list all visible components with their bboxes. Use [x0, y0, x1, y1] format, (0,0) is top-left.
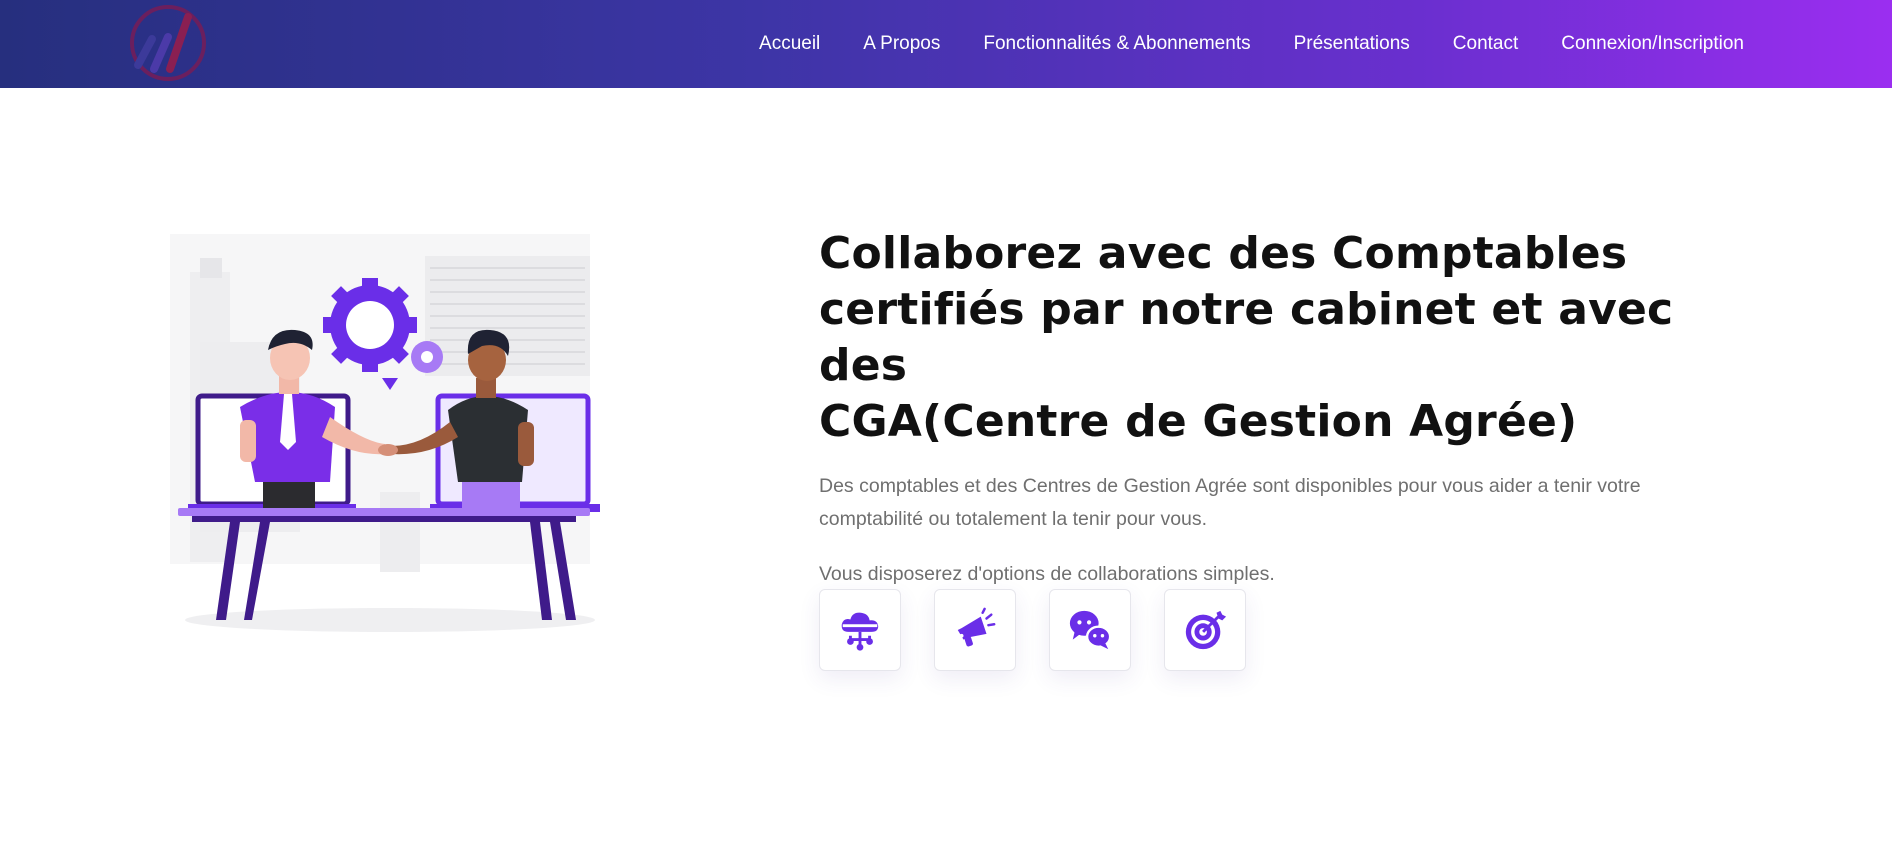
page-title-line-3: CGA(Centre de Gestion Agrée) [819, 396, 1578, 447]
top-navbar: Accueil A Propos Fonctionnalités & Abonn… [0, 0, 1892, 88]
target-icon [1185, 610, 1227, 650]
main-nav: Accueil A Propos Fonctionnalités & Abonn… [759, 0, 1744, 88]
cloud-network-icon [841, 612, 879, 651]
page-title: Collaborez avec des Comptables certifiés… [819, 226, 1759, 450]
nav-a-propos[interactable]: A Propos [863, 33, 940, 55]
hero-content: Collaborez avec des Comptables certifiés… [819, 226, 1759, 591]
chart-bars-logo-icon[interactable] [128, 3, 208, 83]
nav-contact[interactable]: Contact [1453, 33, 1518, 55]
hero-description: Des comptables et des Centres de Gestion… [819, 470, 1719, 536]
feature-card-cloud[interactable] [819, 589, 901, 671]
nav-connexion[interactable]: Connexion/Inscription [1561, 33, 1744, 55]
feature-icons [819, 589, 1246, 671]
chat-bubbles-icon [1069, 610, 1112, 650]
feature-card-chat[interactable] [1049, 589, 1131, 671]
hero-note: Vous disposerez d'options de collaborati… [819, 563, 1275, 585]
nav-presentations[interactable]: Présentations [1294, 33, 1410, 55]
hero-description-line-1: Des comptables et des Centres de Gestion… [819, 475, 1641, 497]
page-title-line-2: certifiés par notre cabinet et avec des [819, 284, 1674, 391]
hero-description-line-2: comptabilité ou totalement la tenir pour… [819, 508, 1208, 530]
handshake-collaboration-illustration [130, 232, 660, 632]
page-title-line-1: Collaborez avec des Comptables [819, 228, 1628, 279]
nav-accueil[interactable]: Accueil [759, 33, 820, 55]
feature-card-target[interactable] [1164, 589, 1246, 671]
feature-card-megaphone[interactable] [934, 589, 1016, 671]
megaphone-icon [957, 607, 996, 647]
nav-fonctionnalites[interactable]: Fonctionnalités & Abonnements [983, 33, 1250, 55]
